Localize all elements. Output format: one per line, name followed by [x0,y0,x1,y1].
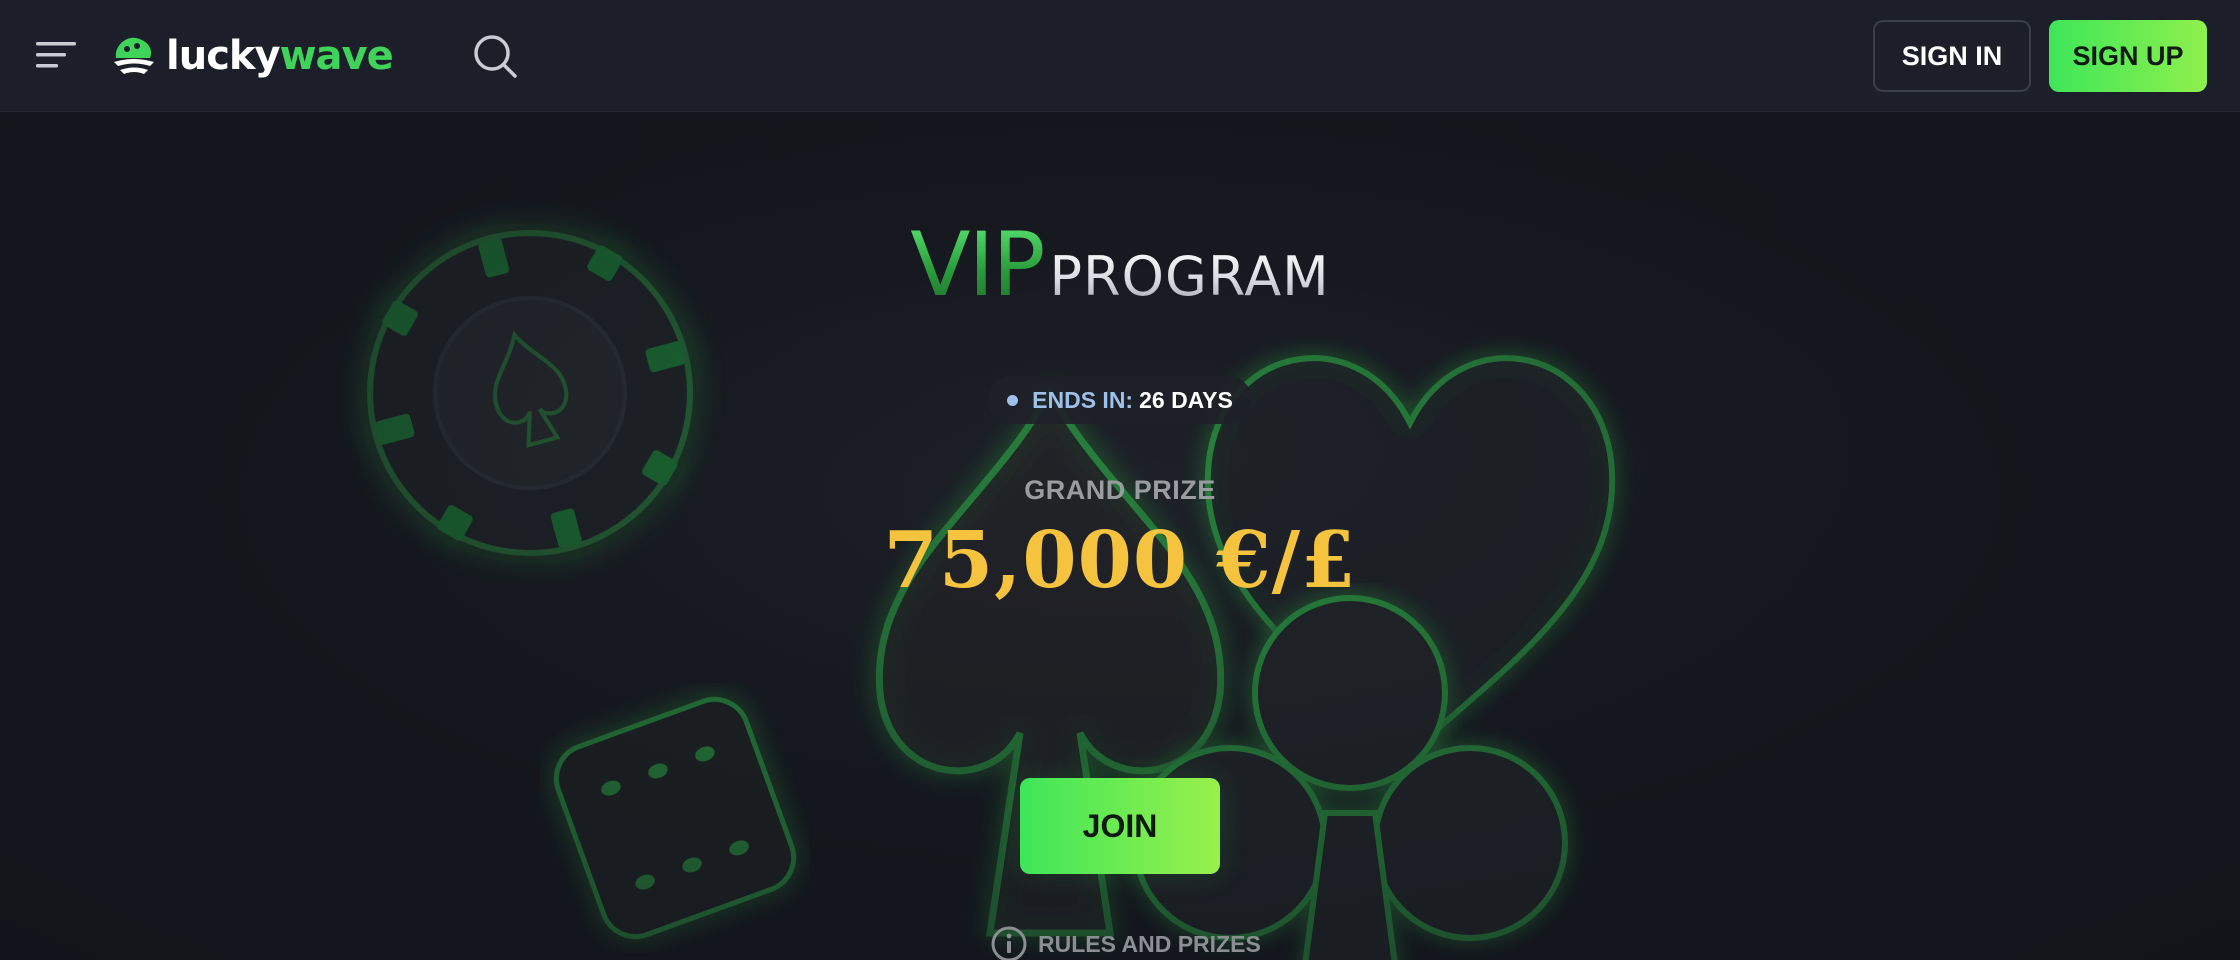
logo-wordmark: luckywave [166,33,394,79]
ends-in-value: 26 DAYS [1139,386,1233,413]
search-icon[interactable] [472,33,518,79]
site-logo[interactable]: luckywave [110,28,394,84]
rules-and-prizes-link[interactable]: RULES AND PRIZES [990,925,1261,960]
grand-prize-label: GRAND PRIZE [1024,475,1216,505]
ends-in-badge: ENDS IN: 26 DAYS [988,376,1252,424]
title-program: PROGRAM [1049,245,1330,308]
title-vip: VIP [910,213,1045,316]
vip-program-title: VIP PROGRAM [0,213,2240,316]
logo-text-wave: wave [279,33,394,79]
vip-program-hero: VIP PROGRAM ENDS IN: 26 DAYS GRAND PRIZE … [0,113,2240,960]
sign-up-button[interactable]: SIGN UP [2049,20,2207,92]
logo-text-lucky: lucky [166,33,281,79]
grand-prize-amount: 75,000 €/£ [883,515,1357,606]
info-icon [991,926,1027,960]
status-dot-icon [1007,394,1019,406]
logo-mascot-icon [114,37,154,74]
join-button[interactable]: JOIN [1020,778,1220,874]
hamburger-menu-icon[interactable] [36,38,76,70]
sign-in-button[interactable]: SIGN IN [1873,20,2031,92]
ends-in-label: ENDS IN: [1032,386,1134,413]
rules-and-prizes-label: RULES AND PRIZES [1038,930,1261,957]
top-header: luckywave SIGN IN SIGN UP [0,0,2240,112]
